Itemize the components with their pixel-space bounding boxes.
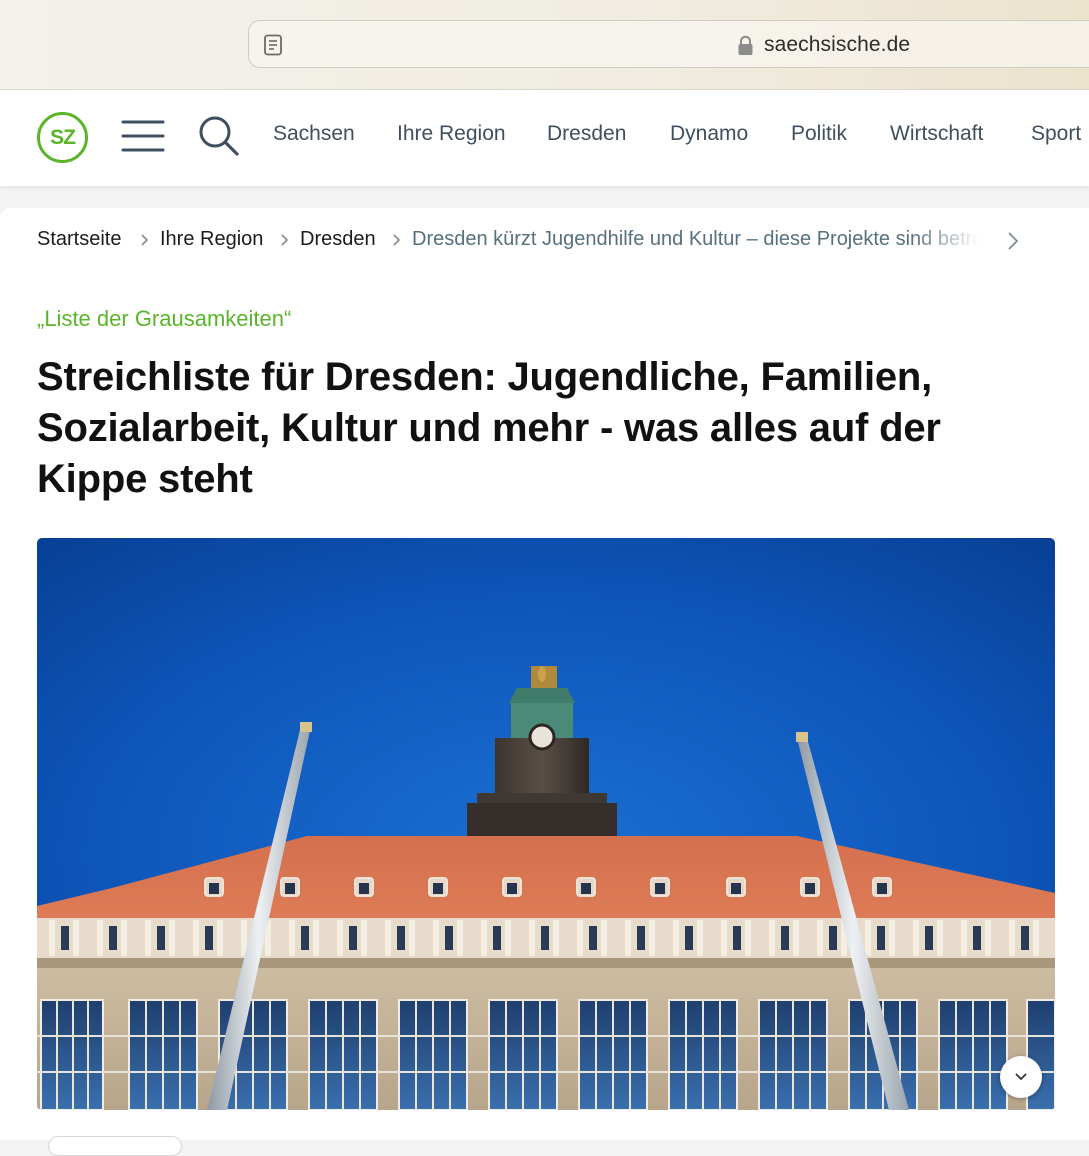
hero-image	[37, 538, 1055, 1110]
lock-icon	[738, 35, 753, 55]
article-headline: Streichliste für Dresden: Jugendliche, F…	[37, 355, 941, 501]
search-icon[interactable]	[197, 114, 241, 158]
reader-mode-icon[interactable]	[263, 34, 283, 56]
tag-chip	[48, 1136, 182, 1156]
nav-item-sachsen[interactable]: Sachsen	[273, 122, 355, 146]
chevron-right-icon[interactable]	[1005, 230, 1021, 252]
nav-item-ihre-region[interactable]: Ihre Region	[397, 122, 506, 146]
chevron-right-icon	[393, 234, 401, 246]
browser-toolbar: saechsische.de	[0, 0, 1089, 90]
nav-item-dresden[interactable]: Dresden	[547, 122, 626, 146]
breadcrumb-item-dresden[interactable]: Dresden	[300, 228, 376, 251]
nav-item-sport[interactable]: Sport	[1031, 122, 1081, 146]
nav-item-wirtschaft[interactable]: Wirtschaft	[890, 122, 983, 146]
hamburger-menu-icon[interactable]	[121, 118, 165, 154]
site-header: SZ Sachsen Ihre Region Dresden Dynamo Po…	[0, 90, 1089, 186]
sz-logo[interactable]: SZ	[37, 112, 88, 163]
scroll-down-button[interactable]	[1000, 1056, 1042, 1098]
chevron-down-icon	[1015, 1073, 1027, 1081]
address-bar[interactable]: saechsische.de	[248, 20, 1089, 68]
url-text: saechsische.de	[764, 33, 911, 56]
breadcrumb-current: Dresden kürzt Jugendhilfe und Kultur – d…	[412, 228, 980, 250]
nav-item-politik[interactable]: Politik	[791, 122, 847, 146]
chevron-right-icon	[141, 234, 149, 246]
article-container: Startseite Ihre Region Dresden Dresden k…	[0, 208, 1089, 1156]
nav-item-dynamo[interactable]: Dynamo	[670, 122, 748, 146]
article-kicker: „Liste der Grausamkeiten“	[37, 306, 292, 331]
breadcrumb-item-startseite[interactable]: Startseite	[37, 228, 121, 251]
breadcrumb-item-ihre-region[interactable]: Ihre Region	[160, 228, 263, 251]
chevron-right-icon	[281, 234, 289, 246]
